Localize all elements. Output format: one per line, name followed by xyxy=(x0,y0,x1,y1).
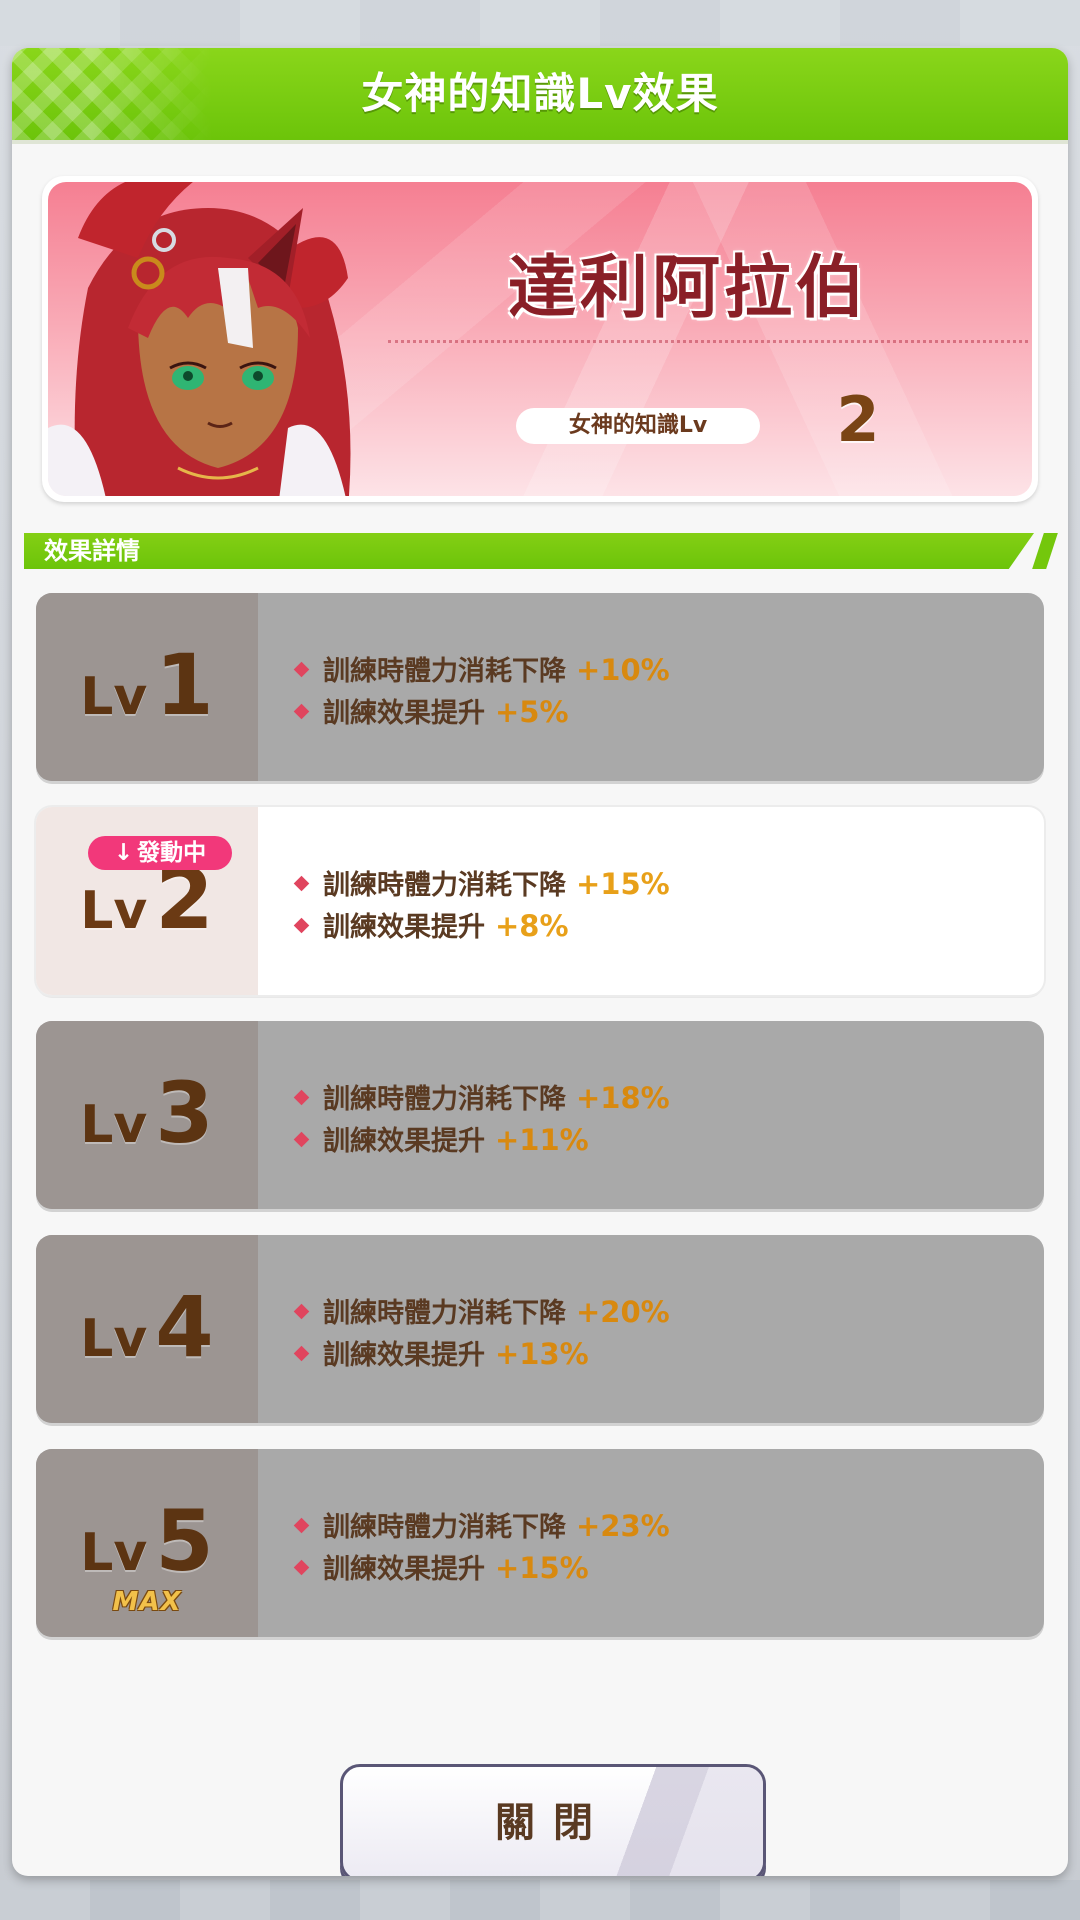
effect-label: 訓練效果提升 xyxy=(323,1554,485,1585)
character-card-background: 達利阿拉伯 女神的知識Lv 2 xyxy=(48,182,1032,496)
level-row-3: Lv3 訓練時體力消耗下降 +18% 訓練效果提升 +11% xyxy=(36,1021,1044,1209)
effect-label: 訓練時體力消耗下降 xyxy=(323,656,566,687)
character-name: 達利阿拉伯 xyxy=(507,248,868,328)
effect-item: 訓練效果提升 +8% xyxy=(293,905,996,947)
diamond-icon xyxy=(293,1303,310,1320)
close-button-label: 關閉 xyxy=(495,1800,611,1846)
diamond-icon xyxy=(293,917,310,934)
effect-label: 訓練時體力消耗下降 xyxy=(323,1084,566,1115)
level-label-panel: Lv4 xyxy=(36,1235,258,1423)
effect-value: +5% xyxy=(495,695,569,729)
down-arrow-icon: ↓ xyxy=(113,840,134,866)
level-label: Lv4 xyxy=(36,1285,258,1369)
effect-label: 訓練效果提升 xyxy=(323,1340,485,1371)
character-portrait xyxy=(48,182,351,496)
dialog-header: 女神的知識Lv效果 xyxy=(12,48,1068,144)
level-row-4: Lv4 訓練時體力消耗下降 +20% 訓練效果提升 +13% xyxy=(36,1235,1044,1423)
diamond-icon xyxy=(293,1089,310,1106)
effect-value: +10% xyxy=(576,653,670,687)
diamond-icon xyxy=(293,1345,310,1362)
effect-list: 訓練時體力消耗下降 +20% 訓練效果提升 +13% xyxy=(293,1291,996,1375)
knowledge-level-label: 女神的知識Lv xyxy=(516,408,760,444)
section-bar-slash xyxy=(1032,533,1058,569)
effect-value: +11% xyxy=(495,1123,589,1157)
level-row-1: Lv1 訓練時體力消耗下降 +10% 訓練效果提升 +5% xyxy=(36,593,1044,781)
diamond-icon xyxy=(293,1517,310,1534)
effect-label: 訓練時體力消耗下降 xyxy=(323,1298,566,1329)
background-bottom xyxy=(0,1880,1080,1920)
diamond-icon xyxy=(293,1131,310,1148)
effect-item: 訓練時體力消耗下降 +20% xyxy=(293,1291,996,1333)
close-button[interactable]: 關閉 xyxy=(340,1764,766,1876)
lv-prefix: Lv xyxy=(80,881,148,941)
level-label-panel: Lv3 xyxy=(36,1021,258,1209)
effect-item: 訓練時體力消耗下降 +10% xyxy=(293,649,996,691)
effect-item: 訓練效果提升 +5% xyxy=(293,691,996,733)
dialog-title: 女神的知識Lv效果 xyxy=(361,69,719,118)
effect-list: 訓練時體力消耗下降 +10% 訓練效果提升 +5% xyxy=(293,649,996,733)
effect-list: 訓練時體力消耗下降 +23% 訓練效果提升 +15% xyxy=(293,1505,996,1589)
lv-prefix: Lv xyxy=(80,1523,148,1583)
effect-item: 訓練效果提升 +15% xyxy=(293,1547,996,1589)
level-number: 3 xyxy=(155,1064,214,1162)
diamond-icon xyxy=(293,703,310,720)
effect-item: 訓練時體力消耗下降 +23% xyxy=(293,1505,996,1547)
effect-list: 訓練時體力消耗下降 +15% 訓練效果提升 +8% xyxy=(293,863,996,947)
knowledge-level-value: 2 xyxy=(836,383,880,456)
effect-label: 訓練效果提升 xyxy=(323,698,485,729)
effect-value: +20% xyxy=(576,1295,670,1329)
effect-label: 訓練效果提升 xyxy=(323,912,485,943)
effect-value: +15% xyxy=(495,1551,589,1585)
card-divider xyxy=(388,340,1028,343)
diamond-icon xyxy=(293,875,310,892)
active-badge: ↓ 發動中 xyxy=(88,836,232,870)
level-label: Lv5 xyxy=(36,1499,258,1583)
effect-label: 訓練效果提升 xyxy=(323,1126,485,1157)
effect-label: 訓練時體力消耗下降 xyxy=(323,1512,566,1543)
character-card: 達利阿拉伯 女神的知識Lv 2 xyxy=(42,176,1038,502)
diamond-icon xyxy=(293,661,310,678)
level-number: 5 xyxy=(155,1492,214,1590)
diamond-icon xyxy=(293,1559,310,1576)
level-label: Lv3 xyxy=(36,1071,258,1155)
level-label: Lv1 xyxy=(36,643,258,727)
effect-value: +15% xyxy=(576,867,670,901)
level-label-panel: Lv5 MAX xyxy=(36,1449,258,1637)
section-title: 效果詳情 xyxy=(44,537,140,565)
knowledge-effect-dialog: 女神的知識Lv效果 達利阿拉伯 女神的知識Lv 2 效果詳情 ↓ 發動中 Lv1… xyxy=(12,48,1068,1876)
effect-label: 訓練時體力消耗下降 xyxy=(323,870,566,901)
section-bar-fill xyxy=(24,533,1034,569)
effect-details-header: 效果詳情 xyxy=(24,533,1058,569)
lv-prefix: Lv xyxy=(80,1309,148,1369)
level-number: 4 xyxy=(155,1278,214,1376)
level-number: 1 xyxy=(155,636,214,734)
max-badge: MAX xyxy=(112,1587,182,1617)
lv-prefix: Lv xyxy=(80,667,148,727)
effect-value: +13% xyxy=(495,1337,589,1371)
effect-item: 訓練效果提升 +11% xyxy=(293,1119,996,1161)
lv-prefix: Lv xyxy=(80,1095,148,1155)
effect-value: +8% xyxy=(495,909,569,943)
effect-item: 訓練時體力消耗下降 +18% xyxy=(293,1077,996,1119)
level-label-panel: Lv1 xyxy=(36,593,258,781)
background-strip xyxy=(0,0,1080,46)
active-badge-label: 發動中 xyxy=(137,840,207,866)
effect-item: 訓練時體力消耗下降 +15% xyxy=(293,863,996,905)
effect-value: +18% xyxy=(576,1081,670,1115)
effect-value: +23% xyxy=(576,1509,670,1543)
level-row-5: Lv5 MAX 訓練時體力消耗下降 +23% 訓練效果提升 +15% xyxy=(36,1449,1044,1637)
effect-list: 訓練時體力消耗下降 +18% 訓練效果提升 +11% xyxy=(293,1077,996,1161)
effect-item: 訓練效果提升 +13% xyxy=(293,1333,996,1375)
